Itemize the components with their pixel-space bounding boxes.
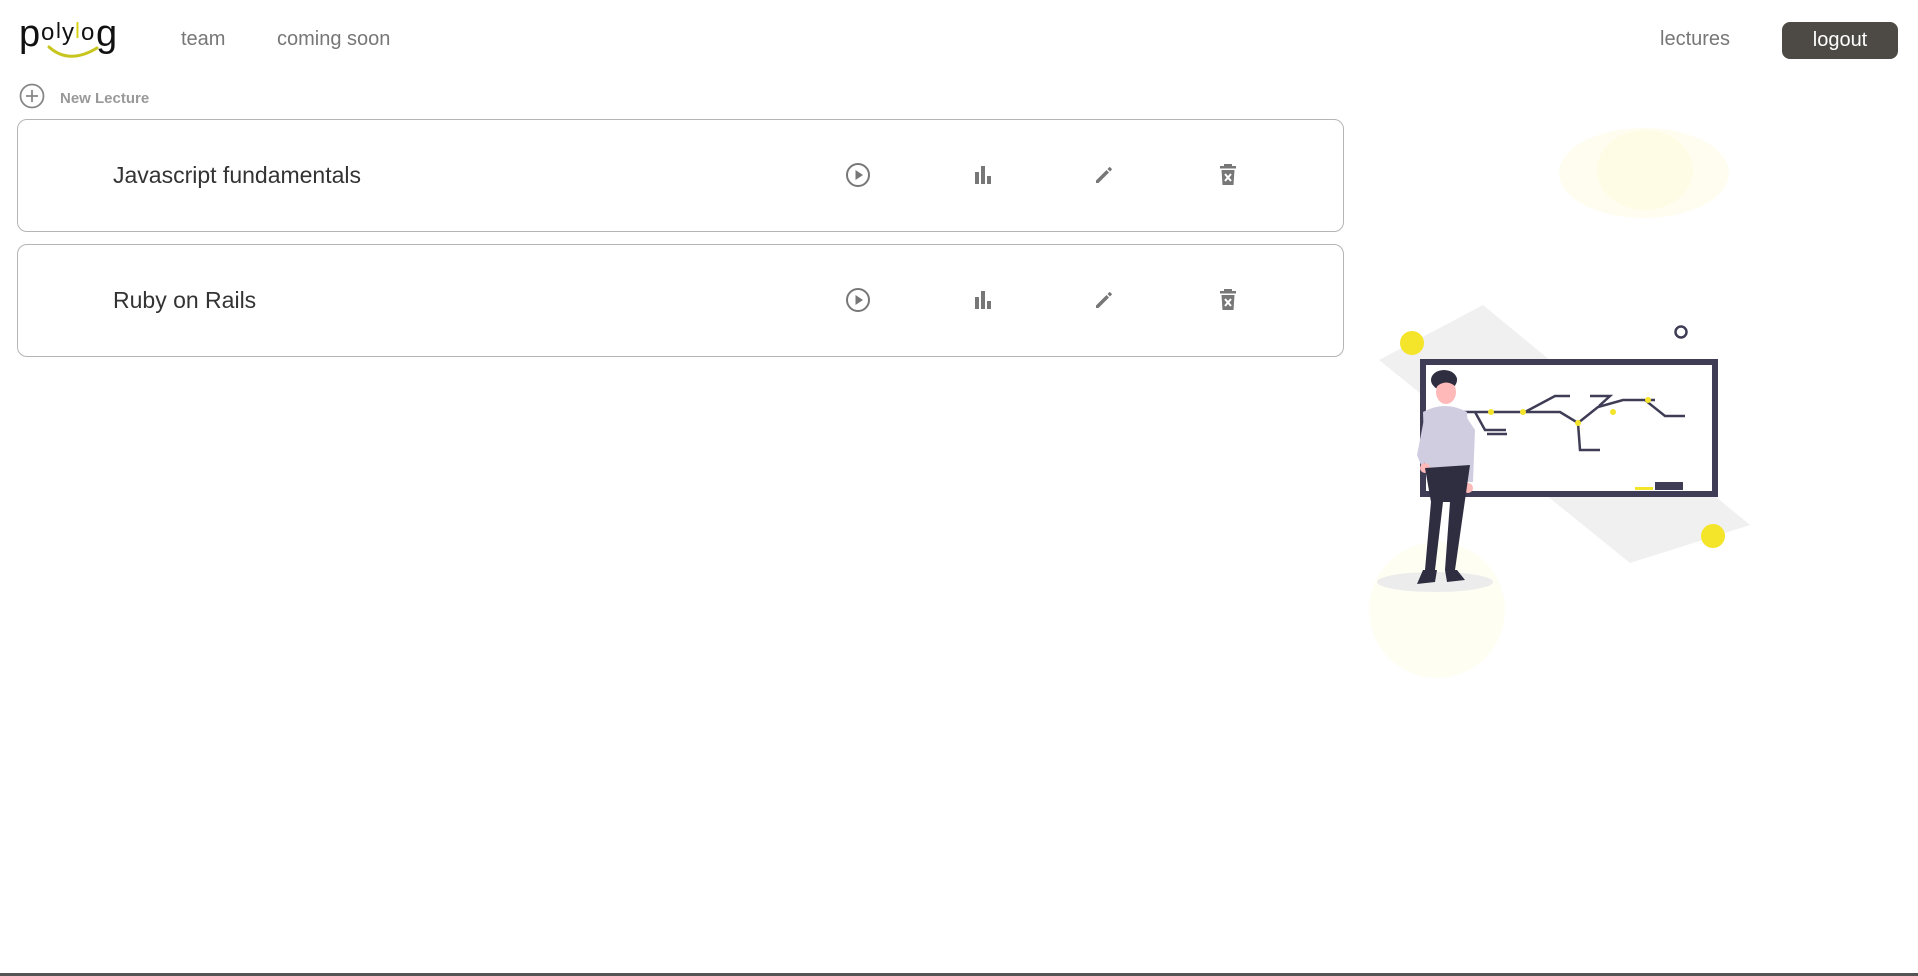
bar-chart-icon — [972, 289, 994, 311]
svg-text:g: g — [96, 13, 117, 55]
plus-circle-icon — [19, 83, 45, 109]
svg-text:o: o — [81, 19, 94, 46]
nav-team-link[interactable]: team — [181, 28, 225, 51]
trash-icon — [1217, 163, 1239, 187]
lecture-stats-button[interactable] — [966, 283, 1000, 317]
svg-text:l: l — [56, 18, 61, 43]
polylog-logo[interactable]: p o l y l o g — [19, 10, 131, 60]
bar-chart-icon — [972, 164, 994, 186]
delete-lecture-button[interactable] — [1211, 158, 1245, 192]
header: p o l y l o g team coming soon lectures … — [0, 0, 1918, 80]
lecture-card: Javascript fundamentals — [17, 119, 1344, 232]
nav-lectures-link[interactable]: lectures — [1660, 28, 1730, 51]
play-lecture-button[interactable] — [841, 158, 875, 192]
svg-text:p: p — [19, 13, 40, 55]
svg-text:l: l — [75, 18, 80, 43]
decorative-blob — [1559, 128, 1729, 218]
logout-button[interactable]: logout — [1782, 22, 1898, 59]
play-icon — [845, 162, 871, 188]
pencil-icon — [1093, 289, 1115, 311]
nav-coming-soon-link[interactable]: coming soon — [277, 28, 390, 51]
decorative-circle — [1369, 542, 1505, 678]
delete-lecture-button[interactable] — [1211, 283, 1245, 317]
svg-text:y: y — [62, 19, 74, 46]
lecture-title: Javascript fundamentals — [113, 162, 362, 188]
lecture-stats-button[interactable] — [966, 158, 1000, 192]
trash-icon — [1217, 288, 1239, 312]
new-lecture-label: New Lecture — [60, 89, 150, 107]
teacher-at-whiteboard-illustration — [1355, 110, 1755, 690]
edit-lecture-button[interactable] — [1087, 283, 1121, 317]
play-icon — [845, 287, 871, 313]
lecture-title: Ruby on Rails — [113, 287, 257, 313]
pencil-icon — [1093, 164, 1115, 186]
new-lecture-button[interactable]: New Lecture — [19, 82, 149, 110]
play-lecture-button[interactable] — [841, 283, 875, 317]
edit-lecture-button[interactable] — [1087, 158, 1121, 192]
lecture-card: Ruby on Rails — [17, 244, 1344, 357]
svg-text:o: o — [41, 19, 54, 46]
